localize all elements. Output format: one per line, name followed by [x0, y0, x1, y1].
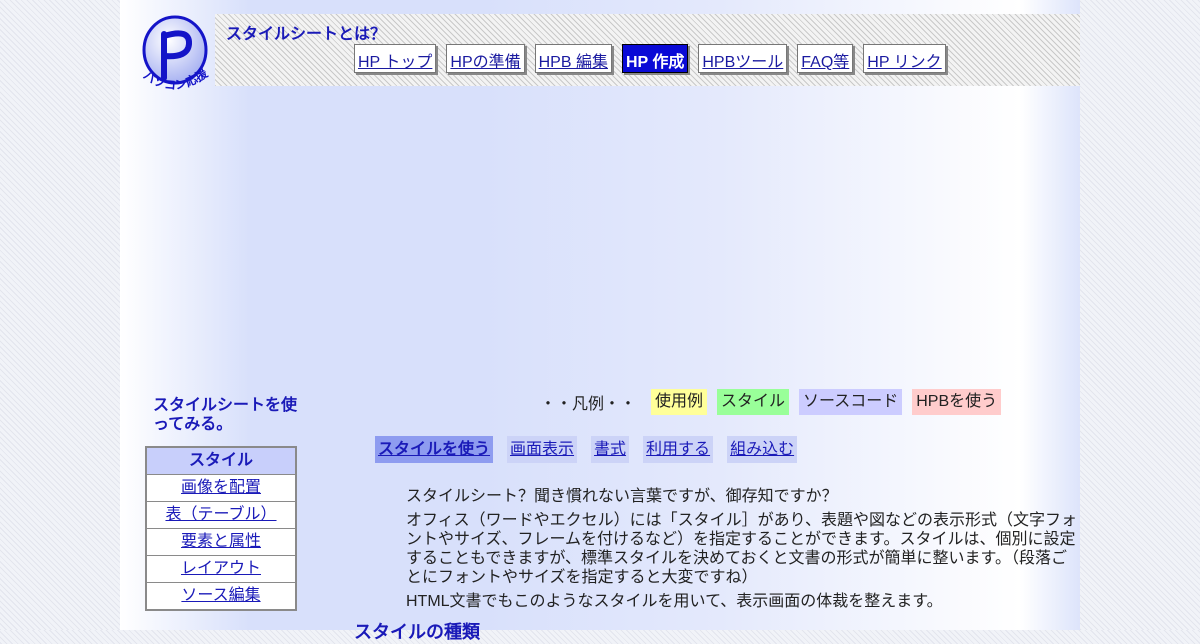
site-title: スタイルシートとは？ — [226, 26, 387, 43]
main-content: スタイルシート？聞き慣れない言葉ですが、御存知ですか？ オフィス（ワードやエクセル… — [406, 487, 1078, 616]
sub-tab-1[interactable]: 画面表示 — [507, 436, 578, 463]
sub-navigation: スタイルを使う 画面表示 書式 利用する 組み込む — [375, 436, 811, 463]
sub-tab-0[interactable]: スタイルを使う — [375, 436, 494, 463]
nav-button-5[interactable]: FAQ等 — [797, 44, 854, 73]
sidebar-item-1[interactable]: 表（テーブル） — [147, 502, 295, 529]
legend-chip-1: スタイル — [717, 389, 790, 415]
site-logo[interactable]: パソコン応援隊 — [134, 12, 216, 98]
sidebar-item-2[interactable]: 要素と属性 — [147, 529, 295, 556]
legend: ・・凡例・・ 使用例 スタイル ソースコード HPBを使う — [540, 389, 1011, 415]
sidebar-item-4[interactable]: ソース編集 — [147, 583, 295, 609]
page-container: パソコン応援隊 スタイルシートとは？ HP トップ HPの準備 HPB 編集 HP 作… — [120, 0, 1080, 642]
legend-chip-2: ソースコード — [799, 389, 903, 415]
content-paragraph-1: オフィス（ワードやエクセル）には「スタイル］があり、表題や図などの表示形式（文字… — [406, 512, 1078, 586]
content-paragraph-2: HTML文書でもこのようなスタイルを用いて、表示画面の体裁を整えます。 — [406, 593, 943, 610]
nav-button-3[interactable]: HP 作成 — [621, 44, 689, 73]
nav-button-0[interactable]: HP トップ — [354, 44, 437, 73]
sidebar-menu-header: スタイル — [147, 448, 295, 475]
sub-tab-4[interactable]: 組み込む — [727, 436, 798, 463]
sub-tab-3[interactable]: 利用する — [643, 436, 714, 463]
sidebar-title: スタイルシートを使ってみる。 — [153, 397, 298, 433]
top-navigation: HP トップ HPの準備 HPB 編集 HP 作成 HPBツール FAQ等 HP リンク — [354, 44, 956, 73]
nav-button-4[interactable]: HPBツール — [698, 44, 788, 73]
content-paragraph-0: スタイルシート？聞き慣れない言葉ですが、御存知ですか？ — [406, 488, 838, 505]
sub-tab-2[interactable]: 書式 — [591, 436, 630, 463]
legend-chip-3: HPBを使う — [912, 389, 1002, 415]
sidebar-menu: スタイル 画像を配置 表（テーブル） 要素と属性 レイアウト ソース編集 — [145, 446, 297, 611]
legend-chip-0: 使用例 — [651, 389, 708, 415]
nav-button-6[interactable]: HP リンク — [863, 44, 946, 73]
section-title: スタイルの種類 — [354, 622, 480, 642]
sidebar-item-3[interactable]: レイアウト — [147, 556, 295, 583]
nav-button-2[interactable]: HPB 編集 — [534, 44, 612, 73]
nav-button-1[interactable]: HPの準備 — [446, 44, 525, 73]
legend-label: ・・凡例・・ — [540, 396, 637, 413]
sidebar-item-0[interactable]: 画像を配置 — [147, 475, 295, 502]
